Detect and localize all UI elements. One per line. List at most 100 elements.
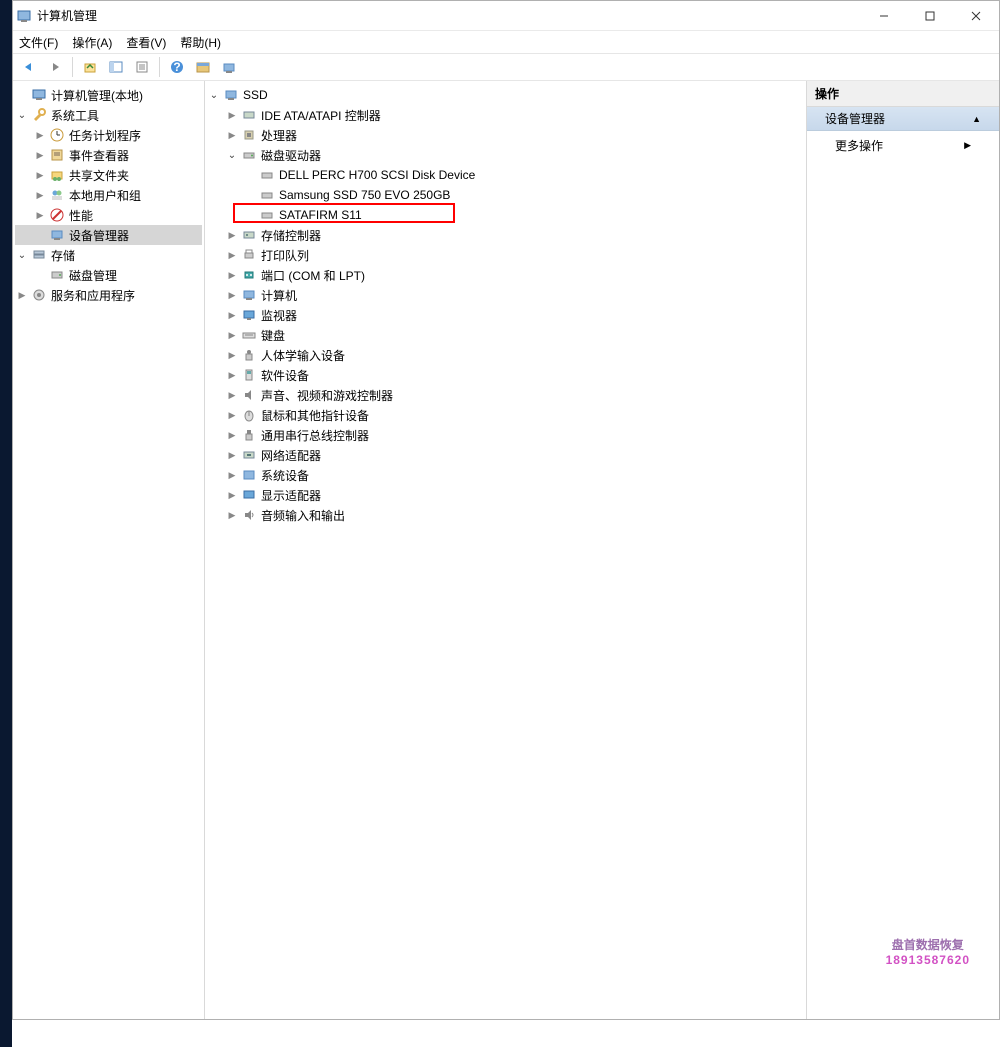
storage-icon <box>31 247 47 263</box>
tree-performance[interactable]: ▶性能 <box>15 205 202 225</box>
computer-mgmt-icon <box>31 87 47 103</box>
dev-audio-io[interactable]: ▶音频输入和输出 <box>207 505 804 525</box>
expand-icon[interactable]: ▶ <box>225 108 239 122</box>
expand-icon[interactable]: ▶ <box>225 128 239 142</box>
tree-task-scheduler[interactable]: ▶任务计划程序 <box>15 125 202 145</box>
expand-icon[interactable]: ▶ <box>33 148 47 162</box>
sound-icon <box>241 387 257 403</box>
tree-event-viewer[interactable]: ▶事件查看器 <box>15 145 202 165</box>
dev-system-dev[interactable]: ▶系统设备 <box>207 465 804 485</box>
expand-icon[interactable]: ▶ <box>225 368 239 382</box>
hid-icon <box>241 347 257 363</box>
menu-help[interactable]: 帮助(H) <box>180 34 221 51</box>
window-controls <box>861 1 999 31</box>
dev-network[interactable]: ▶网络适配器 <box>207 445 804 465</box>
menu-file[interactable]: 文件(F) <box>19 34 58 51</box>
dev-usb[interactable]: ▶通用串行总线控制器 <box>207 425 804 445</box>
expand-icon[interactable]: ▶ <box>225 388 239 402</box>
dev-root[interactable]: ⌄SSD <box>207 85 804 105</box>
services-icon <box>31 287 47 303</box>
dev-ide[interactable]: ▶IDE ATA/ATAPI 控制器 <box>207 105 804 125</box>
dev-cpu[interactable]: ▶处理器 <box>207 125 804 145</box>
expand-icon[interactable]: ▶ <box>225 248 239 262</box>
left-tree-pane[interactable]: 计算机管理(本地) ⌄系统工具 ▶任务计划程序 ▶事件查看器 ▶共享文件夹 ▶本… <box>13 81 205 1019</box>
expand-icon[interactable]: ▶ <box>225 428 239 442</box>
dev-sound[interactable]: ▶声音、视频和游戏控制器 <box>207 385 804 405</box>
disk-icon <box>259 207 275 223</box>
expand-icon[interactable]: ▶ <box>225 468 239 482</box>
toolbar-btn-a[interactable] <box>191 56 215 78</box>
menu-view[interactable]: 查看(V) <box>126 34 166 51</box>
disk-icon <box>259 187 275 203</box>
desktop-edge <box>0 0 12 1047</box>
back-button[interactable] <box>17 56 41 78</box>
close-button[interactable] <box>953 1 999 31</box>
tree-device-manager[interactable]: 设备管理器 <box>15 225 202 245</box>
maximize-button[interactable] <box>907 1 953 31</box>
dev-monitors[interactable]: ▶监视器 <box>207 305 804 325</box>
port-icon <box>241 267 257 283</box>
dev-keyboards[interactable]: ▶键盘 <box>207 325 804 345</box>
dev-display[interactable]: ▶显示适配器 <box>207 485 804 505</box>
expand-icon[interactable]: ▶ <box>225 488 239 502</box>
expand-icon[interactable]: ▶ <box>225 408 239 422</box>
actions-section[interactable]: 设备管理器 ▲ <box>807 107 999 131</box>
expand-icon[interactable]: ▶ <box>33 128 47 142</box>
display-icon <box>241 487 257 503</box>
cpu-icon <box>241 127 257 143</box>
expand-icon[interactable]: ▶ <box>33 188 47 202</box>
tree-local-users[interactable]: ▶本地用户和组 <box>15 185 202 205</box>
collapse-icon[interactable]: ⌄ <box>225 148 239 162</box>
dev-software-dev[interactable]: ▶软件设备 <box>207 365 804 385</box>
ide-icon <box>241 107 257 123</box>
dev-mice[interactable]: ▶鼠标和其他指针设备 <box>207 405 804 425</box>
up-button[interactable] <box>78 56 102 78</box>
tree-disk-mgmt[interactable]: 磁盘管理 <box>15 265 202 285</box>
disk-icon <box>259 167 275 183</box>
svg-text:?: ? <box>173 60 180 74</box>
expand-icon[interactable]: ▶ <box>225 268 239 282</box>
dev-hid[interactable]: ▶人体学输入设备 <box>207 345 804 365</box>
expand-icon[interactable]: ▶ <box>225 228 239 242</box>
tree-system-tools[interactable]: ⌄系统工具 <box>15 105 202 125</box>
dev-disk-2[interactable]: Samsung SSD 750 EVO 250GB <box>207 185 804 205</box>
tree-root-computer-mgmt[interactable]: 计算机管理(本地) <box>15 85 202 105</box>
watermark: 盘首数据恢复 18913587620 <box>886 936 970 967</box>
dev-storage-ctrl[interactable]: ▶存储控制器 <box>207 225 804 245</box>
help-button[interactable]: ? <box>165 56 189 78</box>
show-hide-tree-button[interactable] <box>104 56 128 78</box>
tree-shared-folders[interactable]: ▶共享文件夹 <box>15 165 202 185</box>
menu-action[interactable]: 操作(A) <box>72 34 112 51</box>
expand-icon[interactable]: ▶ <box>33 208 47 222</box>
dev-disk-3[interactable]: SATAFIRM S11 <box>207 205 804 225</box>
expand-icon[interactable]: ▶ <box>225 448 239 462</box>
dev-disk-1[interactable]: DELL PERC H700 SCSI Disk Device <box>207 165 804 185</box>
collapse-icon[interactable]: ⌄ <box>15 108 29 122</box>
toolbar-btn-b[interactable] <box>217 56 241 78</box>
dev-computer[interactable]: ▶计算机 <box>207 285 804 305</box>
event-icon <box>49 147 65 163</box>
dev-disk-drives[interactable]: ⌄磁盘驱动器 <box>207 145 804 165</box>
expand-icon[interactable]: ▶ <box>225 508 239 522</box>
expand-icon[interactable]: ▶ <box>33 168 47 182</box>
dev-print-queues[interactable]: ▶打印队列 <box>207 245 804 265</box>
dev-ports[interactable]: ▶端口 (COM 和 LPT) <box>207 265 804 285</box>
disk-category-icon <box>241 147 257 163</box>
expand-icon[interactable]: ▶ <box>225 308 239 322</box>
menubar: 文件(F) 操作(A) 查看(V) 帮助(H) <box>13 31 999 53</box>
tree-storage[interactable]: ⌄存储 <box>15 245 202 265</box>
expand-icon[interactable]: ▶ <box>15 288 29 302</box>
properties-button[interactable] <box>130 56 154 78</box>
forward-button[interactable] <box>43 56 67 78</box>
actions-more-label: 更多操作 <box>835 137 883 154</box>
expand-icon[interactable]: ▶ <box>225 348 239 362</box>
expand-icon[interactable]: ▶ <box>225 288 239 302</box>
tree-services-apps[interactable]: ▶服务和应用程序 <box>15 285 202 305</box>
expand-icon[interactable]: ▶ <box>225 328 239 342</box>
minimize-button[interactable] <box>861 1 907 31</box>
collapse-icon[interactable]: ⌄ <box>15 248 29 262</box>
collapse-icon[interactable]: ⌄ <box>207 88 221 102</box>
device-tree-pane[interactable]: ⌄SSD ▶IDE ATA/ATAPI 控制器 ▶处理器 ⌄磁盘驱动器 DELL… <box>205 81 807 1019</box>
computer-icon <box>223 87 239 103</box>
actions-more[interactable]: 更多操作 ▶ <box>807 131 999 160</box>
